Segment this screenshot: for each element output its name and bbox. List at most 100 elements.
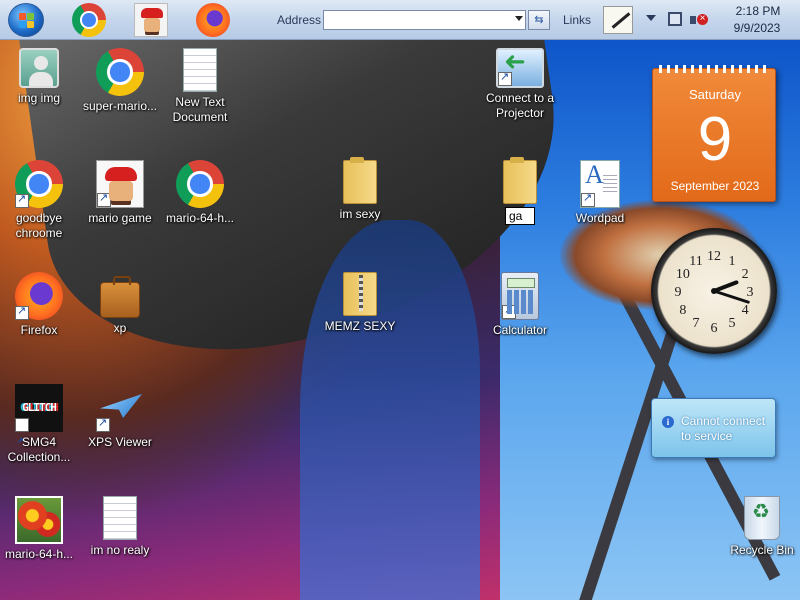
clock-numeral: 4 [742,303,749,318]
desktop-icon-img-img[interactable]: img img [0,48,81,106]
desktop-icon-im-sexy[interactable]: im sexy [318,157,402,222]
chrome-icon [96,48,144,96]
desktop-icon-mario-64-h-1[interactable]: mario-64-h... [158,160,242,226]
tray-clock-date[interactable]: 9/9/2023 [722,21,792,35]
network-icon[interactable] [668,12,682,26]
pen-tablet-icon[interactable] [603,6,633,34]
clock-gadget[interactable]: 12 1 2 3 4 5 6 7 8 9 10 11 [651,228,777,354]
desktop-icon-xps-viewer[interactable]: XPS Viewer [78,384,162,450]
calendar-day-number: 9 [697,105,733,174]
user-picture-icon [19,48,59,88]
clock-numeral: 6 [711,321,718,336]
desktop-icon-wordpad[interactable]: Wordpad [558,160,642,226]
clock-numeral: 2 [742,267,749,282]
desktop-icon-xp[interactable]: xp [78,272,162,336]
clock-numeral: 10 [676,267,690,282]
desktop-icon-memz-sexy[interactable]: MEMZ SEXY [318,272,402,334]
desktop-icon-label: Recycle Bin [730,543,794,557]
folder-icon [343,157,377,204]
desktop-icon-label: Calculator [492,323,548,337]
shortcut-arrow-icon [581,191,595,207]
clock-numeral: 5 [729,316,736,331]
clock-center-pin [711,288,717,294]
clock-hour-hand [712,280,739,293]
clock-numeral: 7 [693,316,700,331]
desktop-icon-firefox[interactable]: Firefox [0,272,81,338]
folder-icon [503,157,537,204]
desktop-icon-mario-game[interactable]: mario game [78,160,162,226]
desktop-icon-label: SMG4 Collection... [7,435,71,464]
projector-icon [496,48,544,88]
firefox-icon[interactable] [196,3,230,37]
address-label: Address [277,13,322,27]
clock-numeral: 3 [747,285,754,300]
desktop-icon-new-text-document[interactable]: New Text Document [158,48,242,125]
desktop-icon-label: Firefox [20,323,58,337]
desktop-icon-goodbye-chroome[interactable]: goodbye chroome [0,160,81,241]
notification-balloon[interactable]: i Cannot connect to service [651,398,776,458]
calendar-gadget[interactable]: Saturday 9 September 2023 [652,65,776,202]
desktop-icon-label: mario-64-h... [165,211,235,225]
tray-clock-time[interactable]: 2:18 PM [728,4,788,18]
glitch-logo-icon: GLITCH [15,384,63,464]
rename-input[interactable]: ga [505,207,535,225]
shortcut-arrow-icon [97,191,111,207]
desktop-icon-label: super-mario... [82,99,158,113]
flowers-image-icon [15,496,63,544]
taskbar: Address ⇆ Links 2:18 PM 9/9/2023 [0,0,800,40]
clock-face: 12 12 3 45678 9 1011 [675,249,754,336]
xps-viewer-icon [96,384,144,432]
desktop-icon-super-mario[interactable]: super-mario... [78,48,162,114]
info-icon: i [662,416,674,428]
desktop-icon-label: mario game [88,211,152,225]
calendar-month-year: September 2023 [670,179,760,193]
desktop-icon-label: Connect to a Projector [485,91,555,120]
glitch-logo-text: GLITCH [22,401,57,414]
address-input[interactable] [326,13,506,27]
chrome-icon [15,160,63,208]
desktop-icon-label: im no realy [90,543,150,557]
mario-icon [96,160,144,208]
mario-icon[interactable] [134,3,168,37]
clock-numeral: 11 [689,254,702,269]
shortcut-arrow-icon [15,304,29,320]
text-document-icon [183,48,217,92]
desktop-icon-label: xp [113,321,127,335]
desktop-icon-recycle-bin[interactable]: Recycle Bin [720,496,800,558]
desktop-icon-label: im sexy [339,207,381,221]
recycle-bin-icon [744,496,780,540]
go-arrows-icon: ⇆ [534,14,544,26]
clock-minute-hand [712,289,750,304]
shortcut-arrow-icon [96,416,110,432]
desktop-icon-label: img img [17,91,60,105]
briefcase-icon [100,276,140,318]
desktop-icon-label: New Text Document [172,95,228,124]
chrome-icon[interactable] [72,3,106,37]
tray-expand-icon[interactable] [646,15,656,21]
shortcut-arrow-icon [498,70,512,86]
address-bar[interactable] [323,10,526,30]
notification-message: Cannot connect to service [681,414,766,443]
clock-numeral: 12 [707,249,721,264]
volume-muted-icon[interactable] [690,12,708,28]
clock-numeral: 8 [679,303,686,318]
desktop-icon-connect-projector[interactable]: Connect to a Projector [478,48,562,121]
calendar-weekday: Saturday [688,87,742,102]
shortcut-arrow-icon [15,192,29,208]
links-label[interactable]: Links [563,13,591,27]
desktop-icon-calculator[interactable]: Calculator [478,272,562,338]
calculator-icon [501,272,539,320]
chevron-down-icon[interactable] [515,16,523,21]
desktop-icon-smg4[interactable]: GLITCH SMG4 Collection... [0,384,81,465]
desktop-icon-mario-64-h-2[interactable]: mario-64-h... [0,496,81,562]
desktop-icon-im-no-realy[interactable]: im no realy [78,496,162,558]
go-button[interactable]: ⇆ [528,10,550,30]
calendar-rings [659,65,771,73]
shortcut-arrow-icon [502,303,516,319]
start-button[interactable] [8,3,44,37]
text-document-icon [103,496,137,540]
desktop-icon-renaming-folder[interactable]: ga [478,157,562,225]
chrome-icon [176,160,224,208]
shortcut-arrow-icon [15,416,29,464]
desktop-icon-label: MEMZ SEXY [324,319,396,333]
